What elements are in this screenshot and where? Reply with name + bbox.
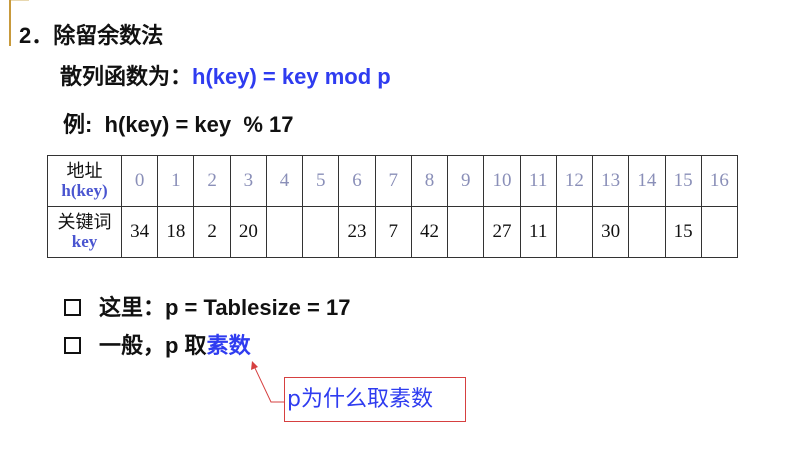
leader-arrowhead-icon [251,361,258,370]
callout-text: p为什么取素数 [287,387,433,412]
leader-line [253,365,284,403]
callout-box: p为什么取素数 [284,377,466,422]
